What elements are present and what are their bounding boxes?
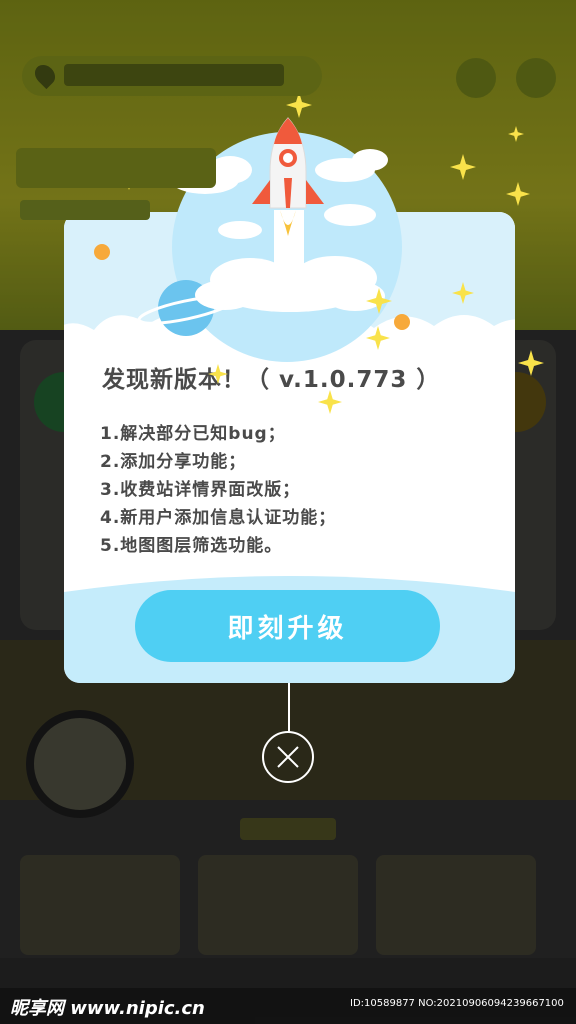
sparkle-icon — [452, 282, 474, 304]
sparkle-icon — [506, 182, 530, 206]
message-icon — [516, 58, 556, 98]
background-location-text — [64, 64, 284, 86]
sparkle-icon — [450, 154, 476, 180]
release-notes-list: 1.解决部分已知bug； 2.添加分享功能； 3.收费站详情界面改版； 4.新用… — [100, 420, 500, 560]
orange-dot-icon — [94, 244, 110, 260]
release-note-item: 2.添加分享功能； — [100, 452, 247, 472]
rocket-icon — [252, 117, 324, 209]
upgrade-now-button[interactable]: 即刻升级 — [135, 590, 440, 662]
release-note-item: 3.收费站详情界面改版； — [100, 480, 301, 500]
sparkle-icon — [208, 364, 228, 384]
orange-dot-icon — [394, 314, 410, 330]
watermark-logo: 昵享网 www.nipic.cn — [10, 998, 205, 1019]
background-banner-title — [16, 148, 216, 188]
search-icon — [456, 58, 496, 98]
dialog-title: 发现新版本！（ v.1.0.773 ） — [102, 367, 441, 393]
sparkle-icon — [318, 390, 342, 414]
watermark-id: ID:10589877 NO:20210906094239667100 — [350, 998, 564, 1009]
release-note-item: 1.解决部分已知bug； — [100, 424, 286, 444]
release-note-item: 5.地图图层筛选功能。 — [100, 536, 283, 556]
sparkle-icon — [518, 350, 544, 376]
sparkle-icon — [366, 326, 390, 350]
background-banner-subtitle — [20, 200, 150, 220]
close-button[interactable] — [262, 731, 314, 783]
rocket-illustration — [137, 117, 388, 325]
release-note-item: 4.新用户添加信息认证功能； — [100, 508, 337, 528]
sparkle-icon — [508, 126, 524, 142]
sparkle-icon — [366, 288, 392, 314]
close-icon — [277, 746, 299, 768]
close-connector-line — [288, 683, 290, 733]
